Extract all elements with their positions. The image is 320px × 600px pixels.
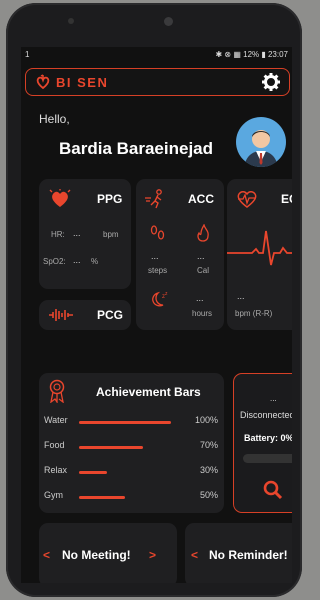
acc-title: ACC [188, 192, 214, 206]
achievement-row: Relax 30% [39, 465, 224, 479]
meeting-prev-arrow[interactable]: < [43, 548, 50, 562]
achievement-row: Water 100% [39, 415, 224, 429]
achievement-percent: 100% [194, 415, 218, 425]
ribbon-icon [49, 379, 65, 403]
heart-icon [49, 189, 71, 207]
proximity-sensor [68, 18, 74, 24]
soundwave-icon [49, 309, 73, 321]
walking-icon [145, 189, 162, 209]
device-state: Disconnected [240, 410, 292, 420]
achievement-percent: 30% [199, 465, 218, 475]
hours-value: ... [196, 293, 204, 303]
meeting-text: No Meeting! [62, 548, 131, 562]
heart-logo-icon [36, 74, 50, 90]
ecg-unit: bpm (R-R) [235, 309, 273, 318]
footsteps-icon [150, 225, 165, 240]
steps-value: ... [151, 251, 159, 261]
hr-value: ... [73, 228, 81, 238]
achievement-bar [79, 496, 125, 499]
hours-label: hours [192, 309, 213, 318]
meeting-card[interactable]: < No Meeting! > [39, 523, 177, 583]
status-right: ✱ ⊗ ▦ 12% ▮ 23:07 [215, 50, 288, 59]
user-name: Bardia Baraeinejad [59, 139, 214, 158]
achievement-bar [79, 421, 171, 424]
svg-text:z: z [165, 291, 168, 297]
achievement-bar [79, 471, 107, 474]
ecg-waveform [227, 230, 292, 266]
search-icon[interactable] [262, 479, 284, 501]
reminder-prev-arrow[interactable]: < [191, 548, 198, 562]
phone-frame: 1 ✱ ⊗ ▦ 12% ▮ 23:07 BI SEN Hello, Bardia… [6, 3, 302, 597]
app-bar: BI SEN [25, 68, 290, 96]
avatar[interactable] [236, 117, 286, 167]
reminder-text: No Reminder! [209, 548, 288, 562]
acc-card[interactable]: ACC ... steps ... Cal z z ... hours [136, 179, 224, 330]
pcg-card[interactable]: PCG [39, 300, 131, 330]
cal-value: ... [197, 251, 205, 261]
front-camera [164, 17, 173, 26]
steps-label: steps [148, 266, 168, 275]
spo2-unit: % [91, 257, 99, 266]
status-left: 1 [25, 50, 30, 59]
achievement-label: Water [44, 415, 68, 425]
achievement-percent: 70% [199, 440, 218, 450]
brand-text: BI SEN [56, 74, 109, 90]
achievement-card[interactable]: Achievement Bars Water 100% Food 70% Relax 30… [39, 373, 224, 513]
spo2-value: ... [73, 255, 81, 265]
achievement-row: Food 70% [39, 440, 224, 454]
device-panel: ... Disconnected Battery: 0% [233, 373, 292, 513]
battery-label: Battery: 0% [244, 433, 292, 443]
ppg-title: PPG [97, 192, 123, 206]
achievement-row: Gym 50% [39, 490, 224, 504]
status-bar: 1 ✱ ⊗ ▦ 12% ▮ 23:07 [21, 47, 292, 63]
spo2-label: SpO2: [43, 257, 66, 266]
greeting-hello: Hello, [39, 112, 70, 126]
achievement-bar [79, 446, 143, 449]
battery-bar [243, 454, 292, 463]
achievement-label: Gym [44, 490, 63, 500]
ecg-title: ECG [281, 192, 292, 206]
hr-unit: bpm [103, 230, 119, 239]
cal-label: Cal [197, 266, 210, 275]
brand-logo: BI SEN [36, 74, 108, 90]
hr-label: HR: [51, 230, 65, 239]
reminder-card[interactable]: < No Reminder! > [185, 523, 292, 583]
ppg-card[interactable]: PPG HR: ... bpm SpO2: ... % [39, 179, 131, 289]
achievement-title: Achievement Bars [96, 385, 201, 399]
ecg-card[interactable]: ECG ... bpm (R-R) [227, 179, 292, 330]
flame-icon [197, 224, 209, 242]
ecg-value: ... [237, 291, 245, 301]
ecg-heart-icon [237, 191, 257, 208]
gear-icon[interactable] [261, 72, 281, 92]
achievement-percent: 50% [199, 490, 218, 500]
device-dots: ... [270, 394, 277, 403]
pcg-title: PCG [97, 308, 124, 322]
app-screen: 1 ✱ ⊗ ▦ 12% ▮ 23:07 BI SEN Hello, Bardia… [21, 47, 292, 583]
achievement-label: Relax [44, 465, 68, 475]
user-avatar-icon [244, 130, 278, 167]
achievement-label: Food [44, 440, 65, 450]
moon-stars-icon: z z [152, 291, 168, 307]
meeting-next-arrow[interactable]: > [149, 548, 156, 562]
